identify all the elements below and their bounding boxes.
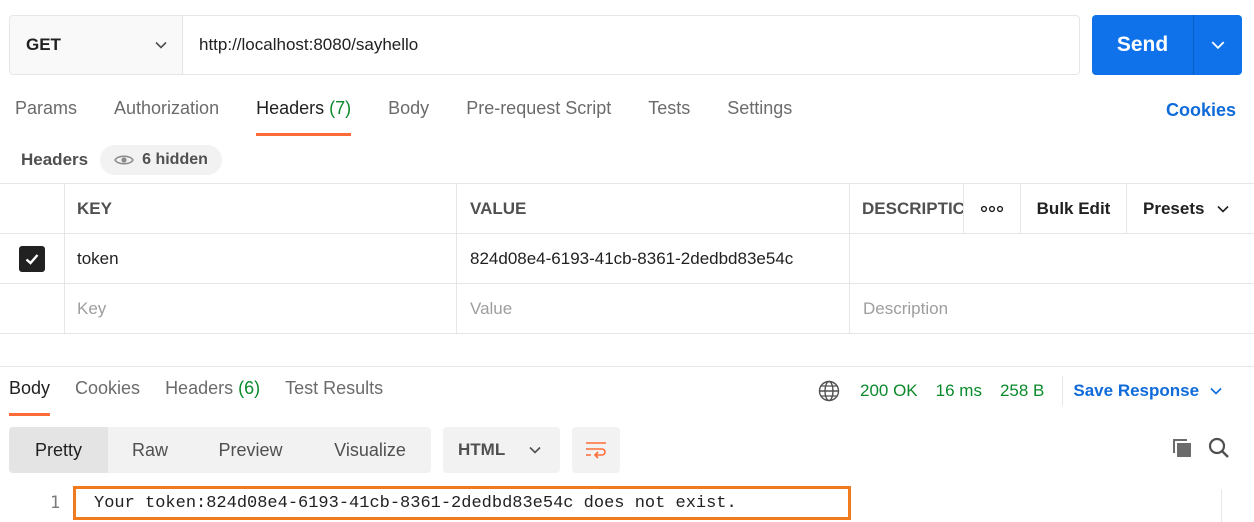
tab-test-results[interactable]: Test Results [285, 378, 383, 416]
key-cell[interactable]: token [65, 234, 457, 283]
tab-label: Tests [648, 98, 691, 118]
value-column-header: VALUE [457, 184, 850, 233]
view-mode-selector: Pretty Raw Preview Visualize [9, 427, 431, 473]
view-mode-pretty[interactable]: Pretty [9, 427, 108, 473]
presets-label: Presets [1143, 198, 1205, 218]
tab-label: Body [388, 98, 430, 118]
copy-icon[interactable] [1170, 436, 1194, 460]
table-row: token 824d08e4-6193-41cb-8361-2dedbd83e5… [0, 234, 1254, 284]
send-button-group: Send [1092, 15, 1242, 75]
table-row-empty: Key Value Description [0, 284, 1254, 334]
language-label: HTML [458, 440, 506, 459]
tab-label: Body [9, 378, 51, 398]
response-tabs: Body Cookies Headers (6) Test Results [9, 378, 408, 416]
wrap-lines-icon [586, 442, 606, 459]
response-body-line[interactable]: Your token:824d08e4-6193-41cb-8361-2dedb… [73, 486, 851, 520]
tab-label: Authorization [114, 98, 220, 118]
tab-label: Cookies [75, 378, 141, 398]
chevron-down-icon [1217, 205, 1230, 213]
tab-body[interactable]: Body [388, 98, 429, 136]
tab-label: Headers [165, 378, 234, 398]
headers-heading-row: Headers 6 hidden [21, 145, 222, 175]
line-number: 1 [50, 493, 61, 513]
response-size[interactable]: 258 B [1000, 381, 1044, 401]
more-horizontal-icon [981, 205, 1003, 212]
tab-label: Params [15, 98, 78, 118]
key-placeholder-input[interactable]: Key [65, 284, 457, 333]
value-cell[interactable]: 824d08e4-6193-41cb-8361-2dedbd83e54c [457, 234, 850, 283]
eye-icon [114, 155, 134, 165]
tab-count: (7) [329, 98, 352, 118]
empty-check-cell [0, 284, 65, 333]
response-status-bar: 200 OK 16 ms 258 B Save Response [818, 376, 1223, 406]
description-placeholder-input[interactable]: Description [850, 284, 1254, 333]
view-mode-preview[interactable]: Preview [192, 427, 309, 473]
bulk-edit-button[interactable]: Bulk Edit [1021, 184, 1127, 233]
headers-table: KEY VALUE DESCRIPTIC Bulk Edit Presets t… [0, 183, 1254, 334]
value-placeholder-input[interactable]: Value [457, 284, 850, 333]
hidden-count: 6 hidden [142, 151, 208, 168]
presets-dropdown[interactable]: Presets [1127, 184, 1254, 233]
tab-label: Pre-request Script [466, 98, 612, 118]
tab-pre-request-script[interactable]: Pre-request Script [466, 98, 611, 136]
method-label: GET [26, 35, 61, 54]
table-header-row: KEY VALUE DESCRIPTIC Bulk Edit Presets [0, 184, 1254, 234]
tab-settings[interactable]: Settings [727, 98, 792, 136]
chevron-down-icon [1211, 41, 1225, 50]
response-time[interactable]: 16 ms [936, 381, 982, 401]
description-column-header: DESCRIPTIC [850, 184, 964, 233]
search-icon[interactable] [1207, 436, 1231, 460]
hidden-headers-toggle[interactable]: 6 hidden [100, 145, 222, 175]
status-separator [1062, 376, 1064, 406]
row-checkbox[interactable] [0, 234, 65, 283]
headers-title: Headers [21, 150, 89, 169]
tab-params[interactable]: Params [15, 98, 77, 136]
url-input[interactable]: http://localhost:8080/sayhello [183, 16, 1079, 74]
method-select[interactable]: GET [10, 16, 183, 74]
save-response-button[interactable]: Save Response [1073, 381, 1223, 401]
key-column-header: KEY [65, 184, 457, 233]
tab-headers[interactable]: Headers (7) [256, 98, 352, 136]
checkmark-icon [19, 245, 45, 272]
view-mode-visualize[interactable]: Visualize [309, 427, 431, 473]
tab-response-cookies[interactable]: Cookies [75, 378, 140, 416]
chevron-down-icon [1210, 387, 1222, 395]
description-cell[interactable] [850, 234, 1254, 283]
pane-divider[interactable] [0, 366, 1254, 367]
send-options-button[interactable] [1194, 15, 1242, 75]
chevron-down-icon [529, 446, 541, 454]
editor-scrollbar[interactable] [1221, 489, 1222, 522]
send-button[interactable]: Send [1092, 15, 1194, 75]
tab-authorization[interactable]: Authorization [114, 98, 219, 136]
save-response-label: Save Response [1073, 381, 1200, 400]
chevron-down-icon [155, 41, 167, 49]
tab-response-body[interactable]: Body [9, 378, 51, 416]
wrap-lines-button[interactable] [572, 427, 620, 473]
tab-label: Settings [727, 98, 793, 118]
status-code[interactable]: 200 OK [860, 381, 918, 401]
view-mode-raw[interactable]: Raw [108, 427, 192, 473]
tab-tests[interactable]: Tests [648, 98, 690, 136]
tab-response-headers[interactable]: Headers (6) [165, 378, 260, 416]
cookies-link[interactable]: Cookies [1166, 100, 1236, 121]
check-col-header [0, 184, 65, 233]
request-tabs: Params Authorization Headers (7) Body Pr… [15, 98, 829, 136]
tab-label: Test Results [285, 378, 384, 398]
column-options-button[interactable] [964, 184, 1021, 233]
value-text: 824d08e4-6193-41cb-8361-2dedbd83e54c [470, 248, 794, 268]
language-select[interactable]: HTML [443, 427, 560, 473]
tab-count: (6) [238, 378, 261, 398]
url-bar: GET http://localhost:8080/sayhello [9, 15, 1080, 75]
globe-icon[interactable] [818, 380, 840, 402]
tab-label: Headers [256, 98, 325, 118]
